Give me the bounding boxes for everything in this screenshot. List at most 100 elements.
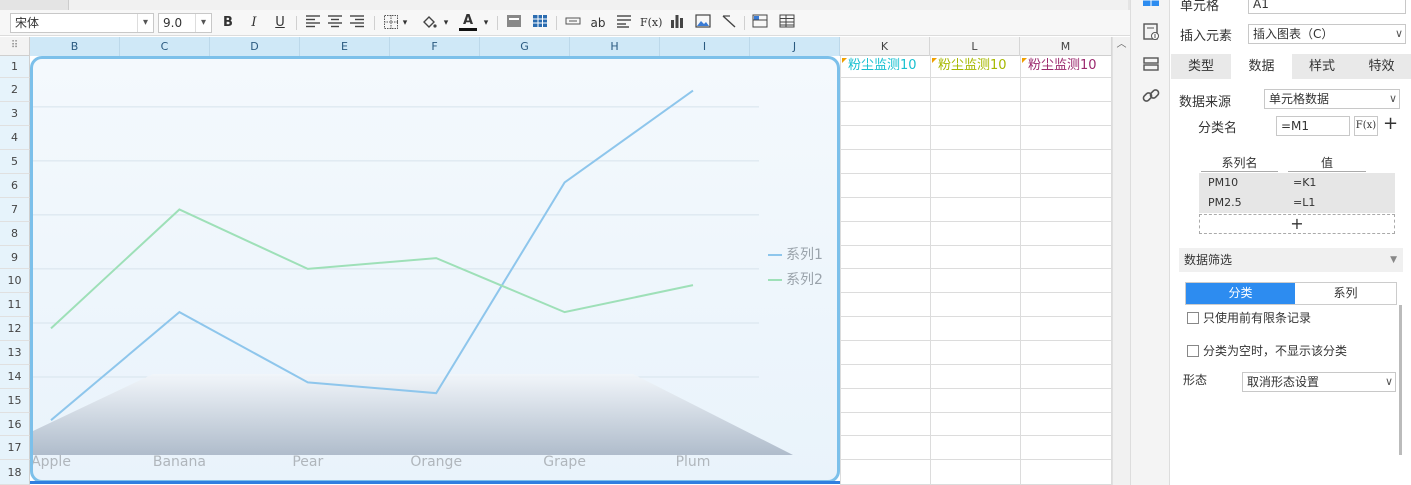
row-gridline [840,364,1112,365]
italic-button[interactable]: I [245,14,263,32]
row-gridline [840,149,1112,150]
column-header-C[interactable]: C [120,37,210,56]
row-header-11[interactable]: 11 [0,293,30,317]
column-header-D[interactable]: D [210,37,300,56]
fill-color-icon[interactable] [420,14,438,32]
row-header-6[interactable]: 6 [0,174,30,198]
row-header-15[interactable]: 15 [0,389,30,413]
font-family-select[interactable]: 宋体 ▾ [10,13,154,33]
chevron-down-icon[interactable]: ▾ [401,14,409,32]
bold-button[interactable]: B [219,14,237,32]
formula-button[interactable]: F(x) [1354,116,1378,136]
row-gridline [840,125,1112,126]
column-header: B C D E F G H I J K L M [30,37,1112,56]
paragraph-icon[interactable] [615,14,633,32]
cell-attr-icon[interactable] [1141,0,1161,14]
column-header-G[interactable]: G [480,37,570,56]
row-header-13[interactable]: 13 [0,341,30,365]
series-row[interactable]: PM2.5 =L1 [1199,193,1395,213]
row-gridline [840,173,1112,174]
row-header-17[interactable]: 17 [0,436,30,460]
border-icon[interactable] [382,14,400,32]
row-header-12[interactable]: 12 [0,317,30,341]
row-header-18[interactable]: 18 [0,460,30,485]
add-category-button[interactable]: + [1383,113,1398,134]
text-color-button[interactable]: A [459,14,477,31]
underline-button[interactable]: U [271,14,289,32]
chevron-up-icon[interactable]: ︿ [1113,37,1130,53]
cell-M1[interactable]: 粉尘监测10 [1021,56,1111,78]
grid-icon[interactable]: ⠿ [0,37,30,56]
series-row[interactable]: PM10 =K1 [1199,173,1395,193]
insert-element-select[interactable]: 插入图表（C） ∨ [1248,24,1406,44]
form-icon[interactable] [1141,54,1161,74]
list-grid-icon[interactable] [778,14,796,32]
row-header-9[interactable]: 9 [0,246,30,269]
limit-records-checkbox[interactable]: 只使用前有限条记录 [1187,309,1311,326]
row-header-3[interactable]: 3 [0,102,30,126]
row-header-1[interactable]: 1 [0,56,30,78]
row-header-10[interactable]: 10 [0,269,30,293]
row-header-16[interactable]: 16 [0,413,30,436]
cell-K1[interactable]: 粉尘监测10 [841,56,930,78]
series-value-header: 值 [1288,154,1366,172]
chart-series-line-1 [50,89,694,421]
tab-series[interactable]: 系列 [1295,283,1396,304]
panel-scrollbar[interactable] [1399,305,1402,455]
table-icon[interactable] [531,14,549,32]
add-series-button[interactable]: + [1199,214,1395,234]
column-header-F[interactable]: F [390,37,480,56]
align-right-icon[interactable] [348,14,366,32]
chevron-down-icon[interactable]: ▾ [482,14,490,32]
image-icon[interactable] [694,14,712,32]
form-value: 取消形态设置 [1247,375,1320,389]
row-header-5[interactable]: 5 [0,150,30,174]
column-header-J[interactable]: J [750,37,840,56]
column-header-H[interactable]: H [570,37,660,56]
text-style-button[interactable]: ab [587,14,609,32]
tab-effects[interactable]: 特效 [1352,54,1411,79]
row-gridline [840,101,1112,102]
column-header-E[interactable]: E [300,37,390,56]
tab-style[interactable]: 样式 [1292,54,1352,79]
widget-settings-icon[interactable] [1141,22,1161,42]
column-header-M[interactable]: M [1020,37,1112,56]
textbox-icon[interactable] [564,14,582,32]
row-header-8[interactable]: 8 [0,222,30,246]
row-header-14[interactable]: 14 [0,365,30,389]
chevron-down-icon[interactable]: ▾ [442,14,450,32]
font-size-value: 9.0 [163,16,183,30]
font-size-select[interactable]: 9.0 ▾ [158,13,212,33]
comment-marker-icon [1022,58,1027,63]
cell-L1[interactable]: 粉尘监测10 [931,56,1020,78]
formula-button[interactable]: F(x) [640,14,662,32]
form-select[interactable]: 取消形态设置 ∨ [1242,372,1396,392]
freeze-icon[interactable] [751,14,769,32]
link-icon[interactable] [1141,86,1161,106]
sheet-tab[interactable] [68,0,1128,10]
align-left-icon[interactable] [304,14,322,32]
row-header-4[interactable]: 4 [0,126,30,150]
bar-chart-icon[interactable] [668,14,686,32]
row-gridline [840,435,1112,436]
column-header-L[interactable]: L [930,37,1020,56]
tab-type[interactable]: 类型 [1171,54,1231,79]
category-input[interactable]: =M1 [1276,116,1350,136]
data-source-select[interactable]: 单元格数据 ∨ [1264,89,1400,109]
hide-empty-checkbox[interactable]: 分类为空时，不显示该分类 [1187,342,1347,359]
slash-icon[interactable] [720,14,738,32]
merge-cells-icon[interactable] [505,14,523,32]
column-header-K[interactable]: K [840,37,930,56]
vertical-scrollbar[interactable]: ︿ [1112,37,1130,485]
row-header-7[interactable]: 7 [0,198,30,222]
row-header-2[interactable]: 2 [0,78,30,102]
align-center-icon[interactable] [326,14,344,32]
column-header-B[interactable]: B [30,37,120,56]
line-chart[interactable]: 系列1 系列2 Apple Banana Pear Orange Grape Plum [30,56,840,483]
data-filter-section[interactable]: 数据筛选 ▼ [1179,248,1403,272]
column-header-I[interactable]: I [660,37,750,56]
cell-address-input[interactable]: A1 [1248,0,1406,14]
tab-category[interactable]: 分类 [1186,283,1295,304]
form-label: 形态 [1183,373,1208,387]
tab-data[interactable]: 数据 [1231,54,1292,79]
